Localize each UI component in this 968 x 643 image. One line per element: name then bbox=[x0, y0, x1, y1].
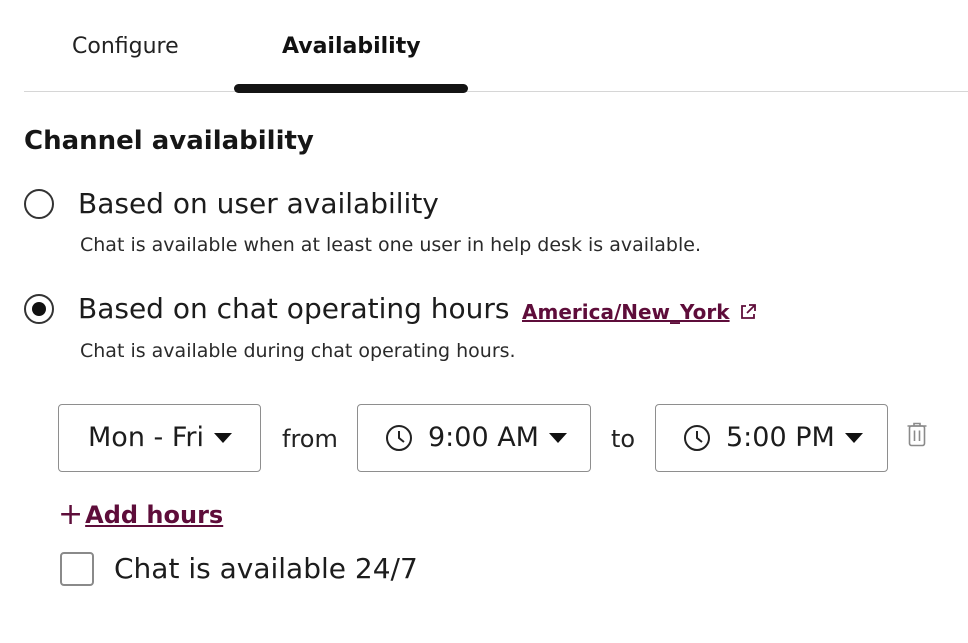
add-hours-label[interactable]: Add hours bbox=[85, 500, 223, 530]
caret-down-icon bbox=[214, 433, 233, 443]
add-hours-button[interactable]: + Add hours bbox=[58, 500, 223, 530]
end-time-value: 5:00 PM bbox=[726, 422, 835, 453]
start-time-select[interactable]: 9:00 AM bbox=[357, 404, 591, 472]
radio-user-availability[interactable] bbox=[24, 189, 54, 219]
clock-icon bbox=[684, 425, 710, 451]
section-title: Channel availability bbox=[24, 126, 314, 156]
from-label: from bbox=[282, 425, 338, 453]
start-time-value: 9:00 AM bbox=[428, 422, 539, 453]
radio-operating-hours-label[interactable]: Based on chat operating hours bbox=[78, 292, 510, 326]
caret-down-icon bbox=[844, 433, 863, 443]
tab-availability[interactable]: Availability bbox=[282, 32, 421, 62]
operating-hours-description: Chat is available during chat operating … bbox=[80, 340, 516, 362]
external-link-icon[interactable] bbox=[738, 302, 758, 322]
always-available-checkbox[interactable] bbox=[60, 552, 94, 586]
always-available-label[interactable]: Chat is available 24/7 bbox=[114, 552, 418, 586]
day-range-value: Mon - Fri bbox=[88, 422, 205, 453]
user-availability-description: Chat is available when at least one user… bbox=[80, 234, 701, 256]
clock-icon bbox=[386, 425, 412, 451]
radio-operating-hours[interactable] bbox=[24, 294, 54, 324]
option-user-availability[interactable]: Based on user availability bbox=[24, 187, 439, 221]
timezone-link[interactable]: America/New_York bbox=[522, 298, 730, 326]
active-tab-indicator bbox=[234, 84, 468, 93]
trash-icon[interactable] bbox=[906, 421, 928, 447]
end-time-select[interactable]: 5:00 PM bbox=[655, 404, 888, 472]
tab-bar: Configure Availability bbox=[24, 0, 968, 93]
radio-user-availability-label[interactable]: Based on user availability bbox=[78, 187, 439, 221]
option-operating-hours[interactable]: Based on chat operating hours bbox=[24, 292, 510, 326]
always-available-row[interactable]: Chat is available 24/7 bbox=[60, 552, 418, 586]
to-label: to bbox=[611, 425, 636, 453]
caret-down-icon bbox=[548, 433, 567, 443]
day-range-select[interactable]: Mon - Fri bbox=[58, 404, 261, 472]
plus-icon: + bbox=[58, 497, 84, 532]
tab-configure[interactable]: Configure bbox=[72, 32, 179, 62]
